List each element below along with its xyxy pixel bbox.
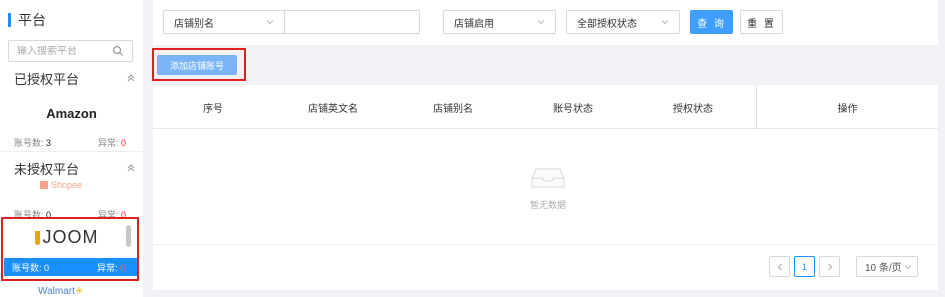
highlight-box xyxy=(1,217,139,281)
account-count-label: 账号数: xyxy=(14,138,44,148)
chevron-right-icon xyxy=(827,263,832,270)
prev-page-button[interactable] xyxy=(769,256,790,277)
title-accent-bar xyxy=(8,13,11,27)
chevron-left-icon xyxy=(777,263,782,270)
enabled-select-value: 店铺启用 xyxy=(454,18,494,30)
unauthorized-section-label: 未授权平台 xyxy=(14,161,80,177)
auth-status-select[interactable]: 全部授权状态 xyxy=(566,10,680,34)
column-header-english-name: 店铺英文名 xyxy=(308,103,358,115)
empty-state xyxy=(523,167,573,189)
empty-inbox-icon xyxy=(531,168,565,188)
chevron-down-icon xyxy=(266,20,274,25)
platform-search-input[interactable] xyxy=(17,45,109,57)
next-page-button[interactable] xyxy=(819,256,840,277)
chevron-up-icon[interactable] xyxy=(126,163,136,173)
account-count-value: 3 xyxy=(46,138,52,148)
page-size-select[interactable]: 10 条/页 xyxy=(856,256,918,277)
table-header: 序号 店铺英文名 店铺别名 账号状态 授权状态 操作 xyxy=(153,85,938,129)
column-header-index: 序号 xyxy=(203,103,223,115)
authorized-section-header[interactable]: 已授权平台 xyxy=(14,68,136,88)
page-size-value: 10 条/页 xyxy=(865,263,902,274)
unauthorized-section-header[interactable]: 未授权平台 xyxy=(14,158,136,178)
chevron-down-icon xyxy=(661,20,669,25)
platform-sidebar: 平台 已授权平台 Amazon 账号数: 3 异常: 0 未授权平台 Shope… xyxy=(0,0,143,297)
walmart-logo: Walmart xyxy=(38,286,75,297)
chevron-down-icon xyxy=(537,20,545,25)
shopee-bag-icon xyxy=(40,181,48,189)
column-header-alias: 店铺别名 xyxy=(433,103,473,115)
platform-search-field[interactable] xyxy=(8,40,133,62)
search-icon[interactable] xyxy=(112,45,124,57)
sidebar-title-text: 平台 xyxy=(18,12,46,28)
column-header-auth-status: 授权状态 xyxy=(673,103,713,115)
walmart-platform-card[interactable]: Walmart✳ xyxy=(38,286,83,297)
error-count-label: 异常: xyxy=(97,138,119,148)
divider xyxy=(153,244,938,245)
store-table: 序号 店铺英文名 店铺别名 账号状态 授权状态 操作 暂无数据 1 10 条/页 xyxy=(153,85,938,290)
column-header-actions: 操作 xyxy=(837,103,858,115)
auth-status-select-value: 全部授权状态 xyxy=(577,18,637,30)
filter-bar: 店铺别名 店铺启用 全部授权状态 查 询 重 置 xyxy=(153,0,938,45)
chevron-up-icon[interactable] xyxy=(126,73,136,83)
enabled-select[interactable]: 店铺启用 xyxy=(443,10,556,34)
sidebar-title: 平台 xyxy=(8,10,46,30)
reset-button[interactable]: 重 置 xyxy=(740,10,783,34)
empty-text: 暂无数据 xyxy=(529,200,566,210)
chevron-down-icon xyxy=(904,265,912,270)
alias-type-select-value: 店铺别名 xyxy=(174,18,214,30)
alias-input[interactable] xyxy=(284,10,420,34)
amazon-platform-card[interactable]: Amazon xyxy=(0,106,143,121)
amazon-stats: 账号数: 3 异常: 0 xyxy=(14,136,126,149)
divider xyxy=(0,151,143,152)
authorized-section-label: 已授权平台 xyxy=(14,71,80,87)
highlight-box xyxy=(152,48,246,81)
error-count-value: 0 xyxy=(120,138,126,148)
query-button[interactable]: 查 询 xyxy=(690,10,733,34)
walmart-spark-icon: ✳ xyxy=(74,286,84,297)
shopee-logo: Shopee xyxy=(51,180,83,190)
page-button-current[interactable]: 1 xyxy=(794,256,815,277)
column-header-account-status: 账号状态 xyxy=(553,103,593,115)
shopee-platform-card[interactable]: Shopee xyxy=(40,180,82,190)
alias-type-select[interactable]: 店铺别名 xyxy=(163,10,285,34)
amazon-logo: Amazon xyxy=(46,106,97,121)
